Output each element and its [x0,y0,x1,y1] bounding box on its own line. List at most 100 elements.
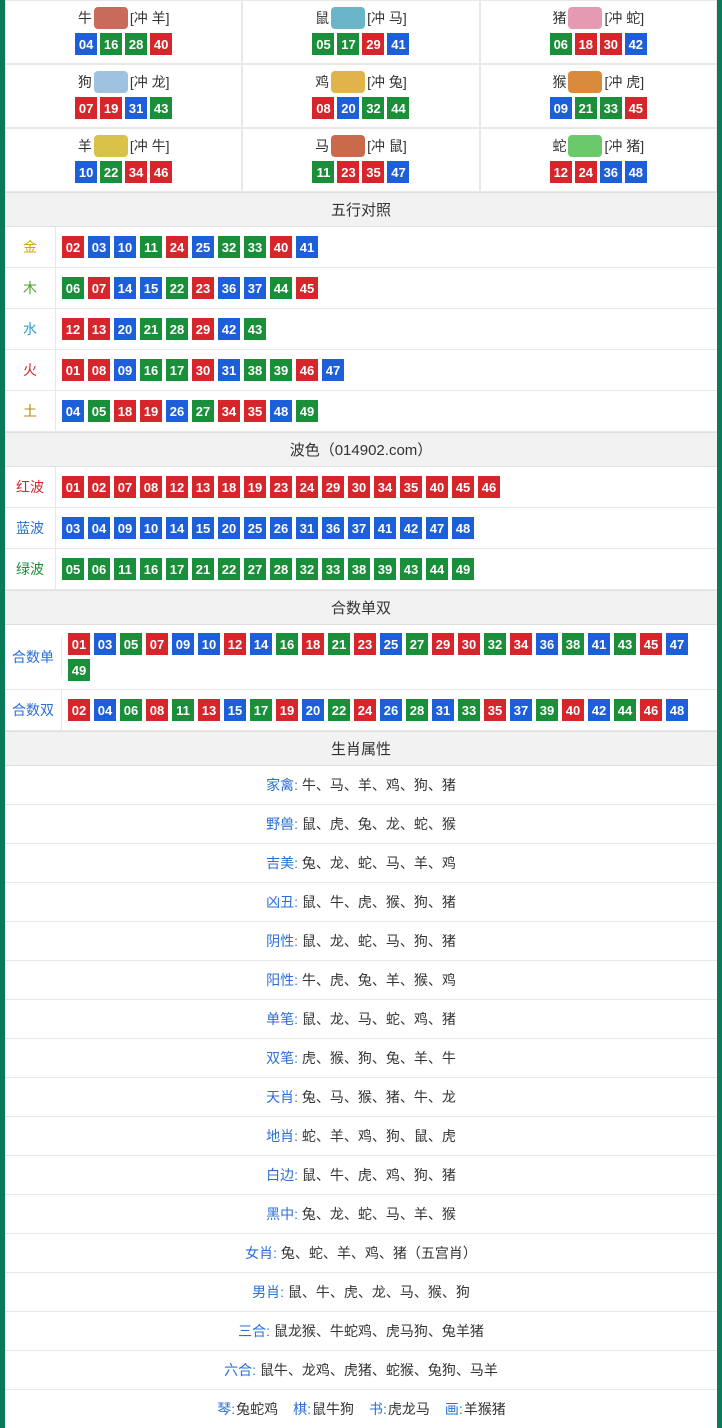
zodiac-name: 鸡 [315,72,329,92]
zodiac-cell: 马[冲 鼠]11233547 [242,128,479,192]
row-values: 0102070812131819232429303435404546 [56,468,717,506]
number-ball: 44 [426,558,448,580]
number-ball: 42 [218,318,240,340]
number-ball: 11 [312,161,334,183]
number-ball: 19 [100,97,122,119]
number-ball: 11 [172,699,194,721]
number-ball: 30 [600,33,622,55]
zodiac-icon [568,7,602,29]
zodiac-name: 狗 [78,72,92,92]
data-row: 合数单0103050709101214161821232527293032343… [5,625,717,690]
number-ball: 27 [244,558,266,580]
number-ball: 01 [62,359,84,381]
number-ball: 16 [140,558,162,580]
zodiac-cell: 牛[冲 羊]04162840 [5,0,242,64]
number-ball: 22 [100,161,122,183]
attr-key: 地肖: [266,1128,302,1144]
number-ball: 37 [348,517,370,539]
number-ball: 16 [100,33,122,55]
data-row: 红波0102070812131819232429303435404546 [5,467,717,508]
attr-row: 天肖: 兔、马、猴、猪、牛、龙 [5,1078,717,1117]
number-ball: 35 [244,400,266,422]
zodiac-header: 猪[冲 蛇] [481,7,716,29]
attr-row: 阴性: 鼠、龙、蛇、马、狗、猪 [5,922,717,961]
number-ball: 32 [362,97,384,119]
attr-key: 六合: [224,1362,260,1378]
ball-row: 11233547 [243,161,478,183]
zodiac-conflict: [冲 牛] [130,136,170,156]
attr-value: 兔、龙、蛇、马、羊、鸡 [302,855,456,871]
number-ball: 06 [120,699,142,721]
zodiac-conflict: [冲 羊] [130,8,170,28]
number-ball: 40 [270,236,292,258]
number-ball: 11 [114,558,136,580]
number-ball: 05 [120,633,142,655]
number-ball: 44 [614,699,636,721]
attr-value: 鼠龙猴、牛蛇鸡、虎马狗、兔羊猪 [274,1323,484,1339]
data-row: 金02031011242532334041 [5,227,717,268]
wuxing-table: 金02031011242532334041木060714152223363744… [5,227,717,432]
qqsh-value: 虎龙马 [388,1401,430,1417]
number-ball: 43 [244,318,266,340]
number-ball: 34 [218,400,240,422]
number-ball: 49 [452,558,474,580]
number-ball: 48 [270,400,292,422]
number-ball: 45 [625,97,647,119]
zodiac-header: 狗[冲 龙] [6,71,241,93]
attr-key: 阳性: [266,972,302,988]
zodiac-header: 鼠[冲 马] [243,7,478,29]
number-ball: 17 [337,33,359,55]
attr-row: 凶丑: 鼠、牛、虎、猴、狗、猪 [5,883,717,922]
data-row: 水1213202128294243 [5,309,717,350]
number-ball: 12 [62,318,84,340]
number-ball: 19 [244,476,266,498]
attr-row: 三合: 鼠龙猴、牛蛇鸡、虎马狗、兔羊猪 [5,1312,717,1351]
number-ball: 22 [328,699,350,721]
zodiac-icon [94,71,128,93]
ball-row: 08203244 [243,97,478,119]
number-ball: 31 [218,359,240,381]
number-ball: 14 [114,277,136,299]
attr-value: 牛、虎、兔、羊、猴、鸡 [302,972,456,988]
number-ball: 31 [296,517,318,539]
zodiac-conflict: [冲 兔] [367,72,407,92]
number-ball: 36 [322,517,344,539]
number-ball: 44 [270,277,292,299]
number-ball: 32 [296,558,318,580]
number-ball: 39 [270,359,292,381]
number-ball: 09 [172,633,194,655]
attr-row: 吉美: 兔、龙、蛇、马、羊、鸡 [5,844,717,883]
number-ball: 02 [68,699,90,721]
number-ball: 04 [94,699,116,721]
attr-key: 凶丑: [266,894,302,910]
data-row: 绿波05061116172122272832333839434449 [5,549,717,590]
number-ball: 41 [296,236,318,258]
number-ball: 03 [94,633,116,655]
number-ball: 40 [426,476,448,498]
number-ball: 47 [322,359,344,381]
number-ball: 43 [150,97,172,119]
attr-value: 兔、蛇、羊、鸡、猪（五宫肖） [281,1245,477,1261]
row-values: 06071415222336374445 [56,269,717,307]
row-label: 木 [5,268,56,308]
number-ball: 09 [114,517,136,539]
number-ball: 25 [192,236,214,258]
number-ball: 10 [198,633,220,655]
number-ball: 28 [270,558,292,580]
attr-key: 吉美: [266,855,302,871]
number-ball: 26 [166,400,188,422]
number-ball: 07 [88,277,110,299]
number-ball: 08 [312,97,334,119]
number-ball: 05 [312,33,334,55]
number-ball: 31 [125,97,147,119]
attr-key: 黑中: [266,1206,302,1222]
number-ball: 19 [276,699,298,721]
number-ball: 18 [114,400,136,422]
page-wrap: 牛[冲 羊]04162840鼠[冲 马]05172941猪[冲 蛇]061830… [0,0,722,1428]
number-ball: 35 [400,476,422,498]
number-ball: 31 [432,699,454,721]
number-ball: 22 [166,277,188,299]
zodiac-conflict: [冲 虎] [604,72,644,92]
number-ball: 29 [192,318,214,340]
heshu-title: 合数单双 [5,590,717,625]
